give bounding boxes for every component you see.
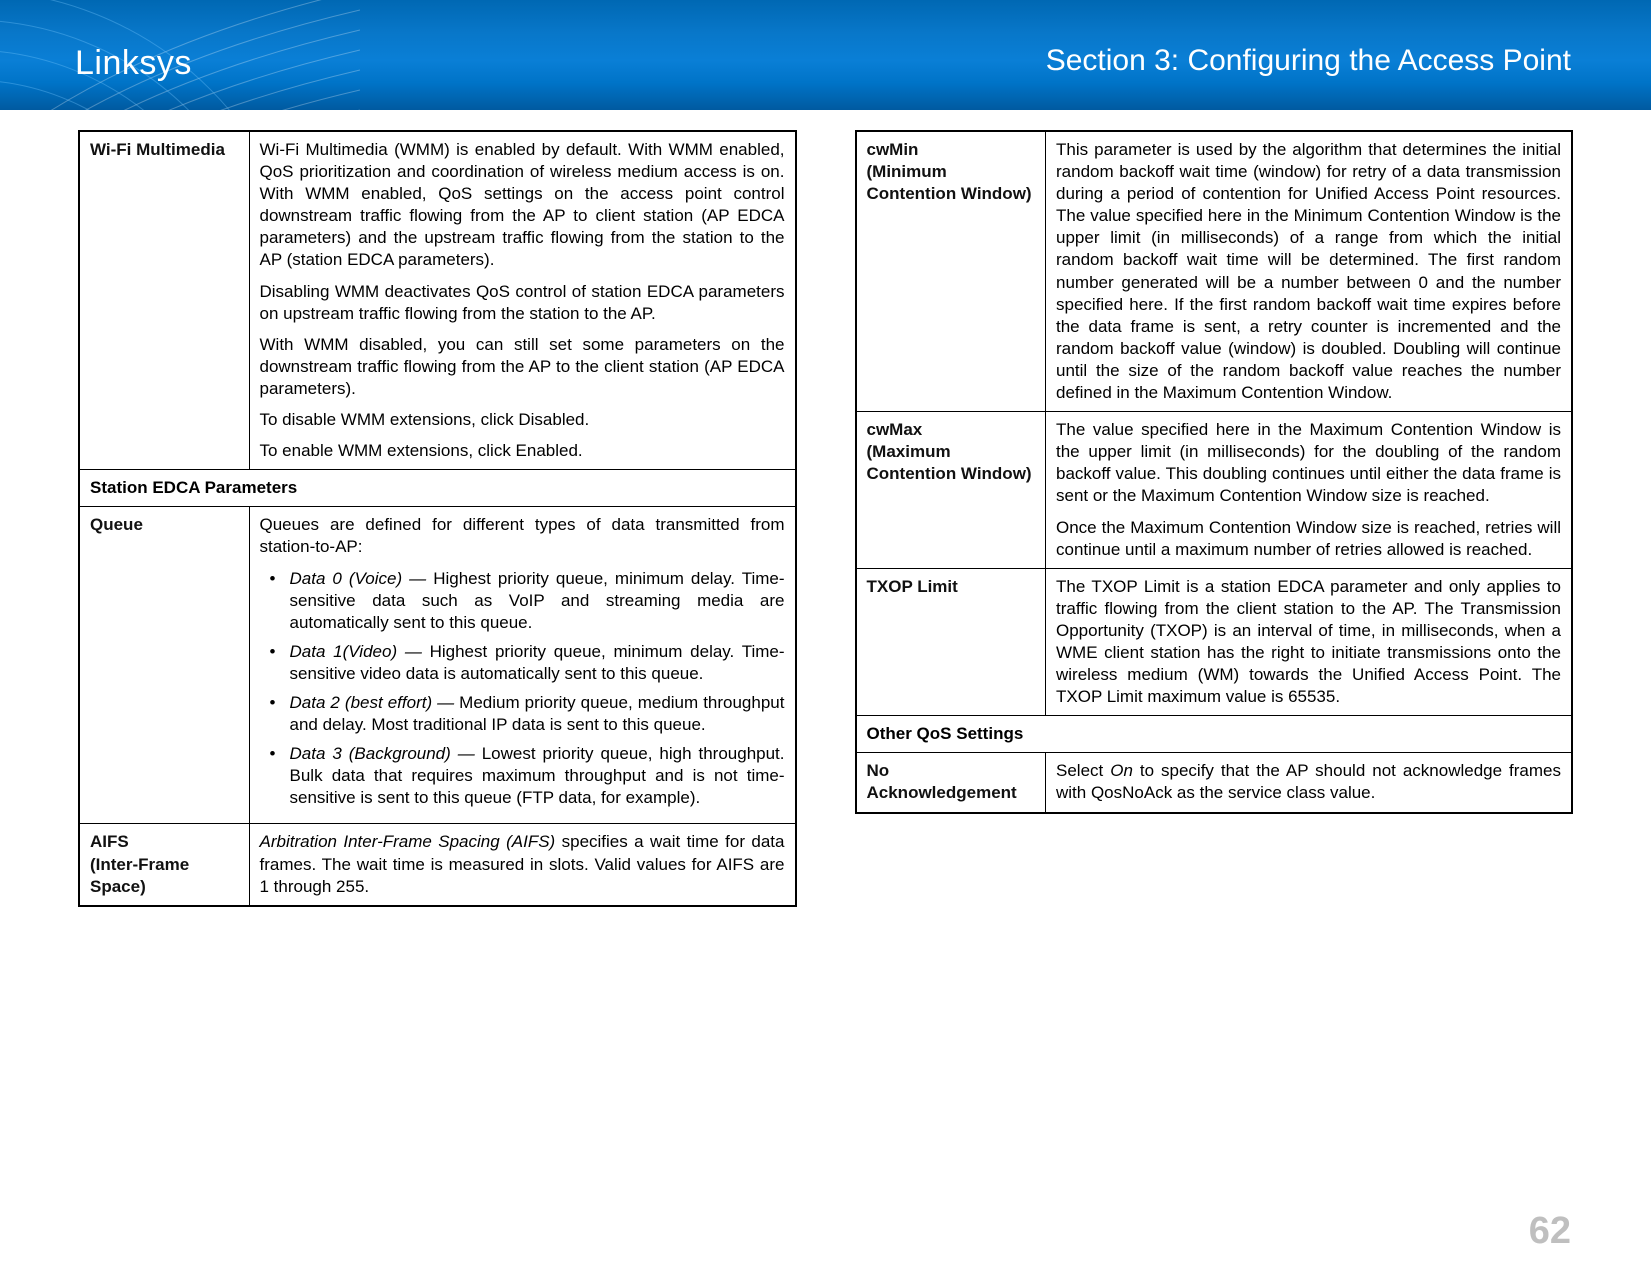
param-desc: The TXOP Limit is a station EDCA paramet… <box>1046 568 1573 716</box>
param-label: AIFS (Inter-Frame Space) <box>79 824 249 906</box>
table-row: cwMax (Maximum Contention Window) The va… <box>856 412 1573 569</box>
label-line: cwMax <box>867 419 1036 441</box>
param-label: TXOP Limit <box>856 568 1046 716</box>
param-desc: Select On to specify that the AP should … <box>1046 753 1573 813</box>
list-item: Data 3 (Background) — Lowest priority qu… <box>266 743 785 809</box>
param-label: Queue <box>79 507 249 824</box>
paragraph: To enable WMM extensions, click Enabled. <box>260 440 785 462</box>
table-row: Wi-Fi Multimedia Wi-Fi Multimedia (WMM) … <box>79 131 796 470</box>
paragraph: Once the Maximum Contention Window size … <box>1056 517 1561 561</box>
param-desc: Wi-Fi Multimedia (WMM) is enabled by def… <box>249 131 796 470</box>
param-label: No Acknowledgement <box>856 753 1046 813</box>
section-heading: Station EDCA Parameters <box>79 470 796 507</box>
page-content: Wi-Fi Multimedia Wi-Fi Multimedia (WMM) … <box>78 130 1573 1205</box>
left-column: Wi-Fi Multimedia Wi-Fi Multimedia (WMM) … <box>78 130 797 1205</box>
label-line: Acknowledgement <box>867 782 1036 804</box>
table-row: Queue Queues are defined for different t… <box>79 507 796 824</box>
italic-lead: On <box>1110 761 1133 780</box>
edca-table: cwMin (Minimum Contention Window) This p… <box>855 130 1574 814</box>
label-line: (Maximum Contention Window) <box>867 441 1036 485</box>
right-column: cwMin (Minimum Contention Window) This p… <box>855 130 1574 1205</box>
label-line: (Minimum Contention Window) <box>867 161 1036 205</box>
param-desc: The value specified here in the Maximum … <box>1046 412 1573 569</box>
list-item: Data 1(Video) — Highest priority queue, … <box>266 641 785 685</box>
brand-label: Linksys <box>75 44 192 83</box>
paragraph: To disable WMM extensions, click Disable… <box>260 409 785 431</box>
label-line: (Inter-Frame Space) <box>90 854 239 898</box>
list-item: Data 2 (best effort) — Medium priority q… <box>266 692 785 736</box>
table-section-row: Other QoS Settings <box>856 716 1573 753</box>
section-title: Section 3: Configuring the Access Point <box>1046 44 1571 78</box>
queue-list: Data 0 (Voice) — Highest priority queue,… <box>260 568 785 810</box>
list-lead: Data 1(Video) — <box>290 642 430 661</box>
page-number: 62 <box>1529 1210 1571 1253</box>
paragraph: Wi-Fi Multimedia (WMM) is enabled by def… <box>260 139 785 272</box>
text: Select <box>1056 761 1110 780</box>
label-line: AIFS <box>90 831 239 853</box>
paragraph: With WMM disabled, you can still set som… <box>260 334 785 400</box>
table-row: TXOP Limit The TXOP Limit is a station E… <box>856 568 1573 716</box>
label-line: cwMin <box>867 139 1036 161</box>
table-row: No Acknowledgement Select On to specify … <box>856 753 1573 813</box>
table-row: AIFS (Inter-Frame Space) Arbitration Int… <box>79 824 796 906</box>
param-desc: This parameter is used by the algorithm … <box>1046 131 1573 412</box>
param-label: cwMin (Minimum Contention Window) <box>856 131 1046 412</box>
table-section-row: Station EDCA Parameters <box>79 470 796 507</box>
paragraph: The TXOP Limit is a station EDCA paramet… <box>1056 576 1561 709</box>
paragraph: The value specified here in the Maximum … <box>1056 419 1561 507</box>
paragraph: Queues are defined for different types o… <box>260 514 785 558</box>
list-item: Data 0 (Voice) — Highest priority queue,… <box>266 568 785 634</box>
paragraph: Select On to specify that the AP should … <box>1056 760 1561 804</box>
list-lead: Data 3 (Background) — <box>290 744 482 763</box>
page-banner: Linksys Section 3: Configuring the Acces… <box>0 0 1651 110</box>
param-desc: Arbitration Inter-Frame Spacing (AIFS) s… <box>249 824 796 906</box>
list-lead: Data 2 (best effort) — <box>290 693 460 712</box>
list-lead: Data 0 (Voice) — <box>290 569 434 588</box>
paragraph: Disabling WMM deactivates QoS control of… <box>260 281 785 325</box>
table-row: cwMin (Minimum Contention Window) This p… <box>856 131 1573 412</box>
param-desc: Queues are defined for different types o… <box>249 507 796 824</box>
param-label: cwMax (Maximum Contention Window) <box>856 412 1046 569</box>
paragraph: Arbitration Inter-Frame Spacing (AIFS) s… <box>260 831 785 897</box>
section-heading: Other QoS Settings <box>856 716 1573 753</box>
param-label: Wi-Fi Multimedia <box>79 131 249 470</box>
wmm-table: Wi-Fi Multimedia Wi-Fi Multimedia (WMM) … <box>78 130 797 907</box>
italic-lead: Arbitration Inter-Frame Spacing (AIFS) <box>260 832 556 851</box>
label-line: No <box>867 760 1036 782</box>
paragraph: This parameter is used by the algorithm … <box>1056 139 1561 404</box>
